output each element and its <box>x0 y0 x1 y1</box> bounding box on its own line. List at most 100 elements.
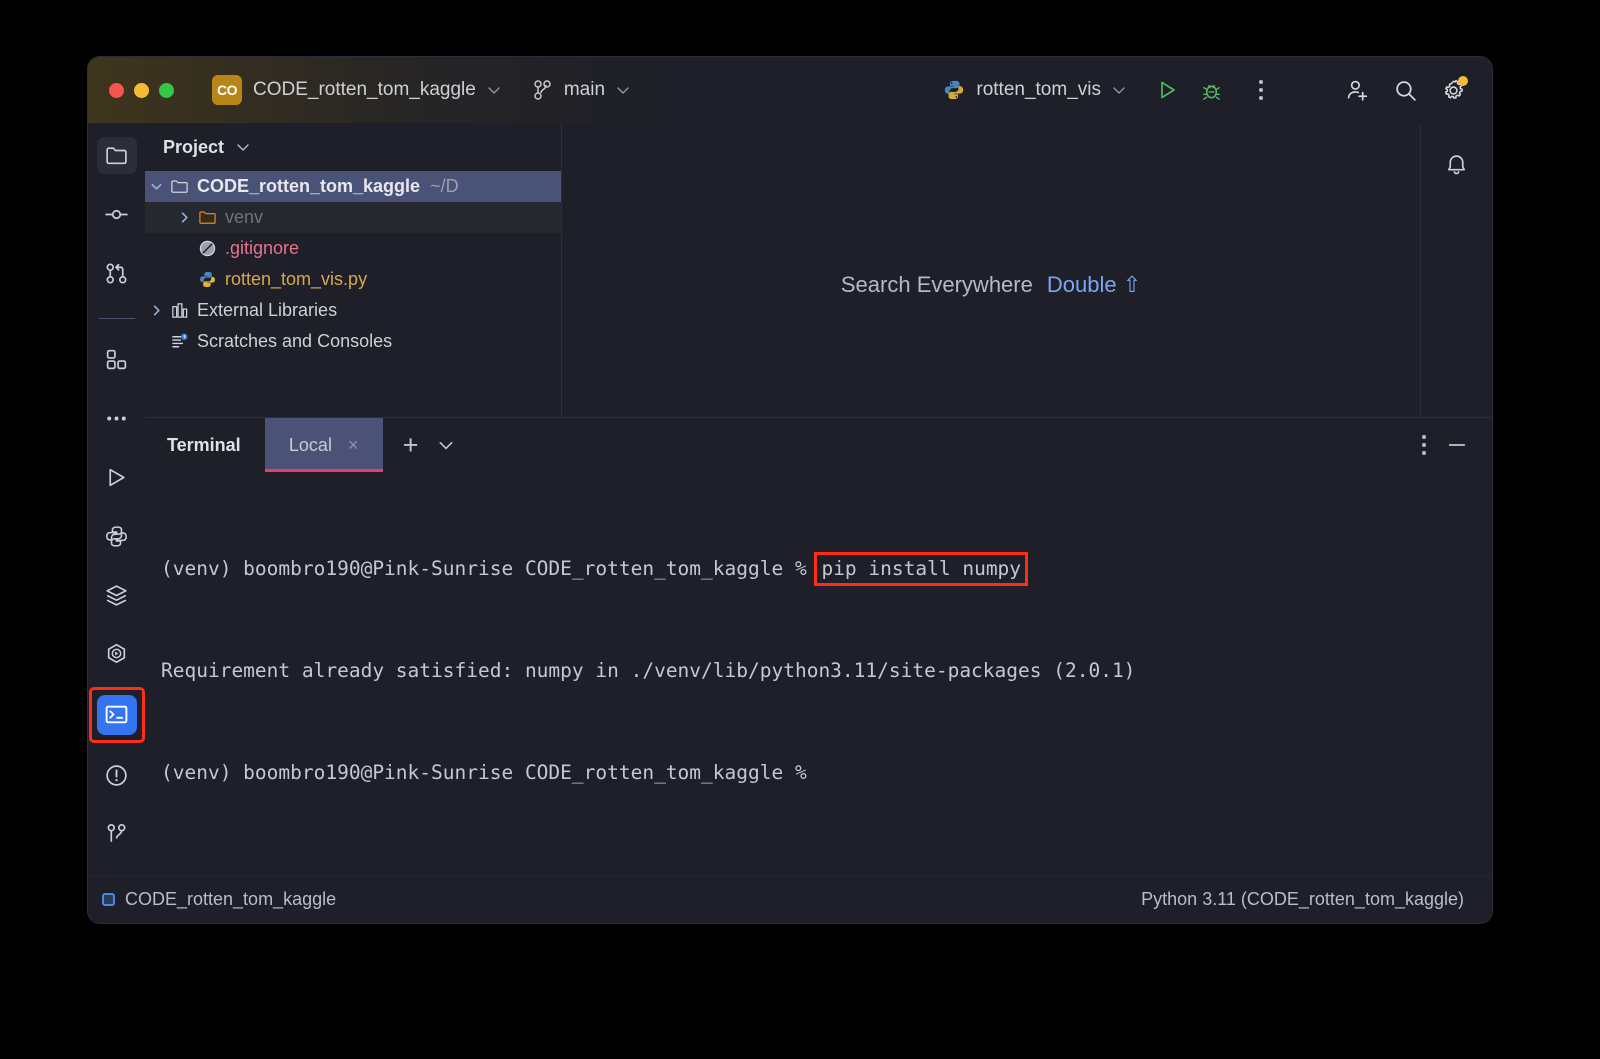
tree-item-label: rotten_tom_vis.py <box>225 269 367 290</box>
empty-editor: Search Everywhere Double ⇧ <box>562 123 1420 417</box>
project-name-label[interactable]: CODE_rotten_tom_kaggle <box>253 79 476 101</box>
tree-item-python-file[interactable]: · rotten_tom_vis.py <box>145 264 561 295</box>
sidebar-item-terminal[interactable] <box>97 695 137 735</box>
warning-circle-icon <box>104 763 129 788</box>
ide-body: Project <box>88 123 1492 875</box>
terminal-title: Terminal <box>167 435 241 456</box>
sidebar-item-problems[interactable] <box>97 757 137 794</box>
search-icon[interactable] <box>1388 73 1422 107</box>
folder-orange-icon <box>195 208 219 227</box>
terminal-more-options-icon[interactable] <box>1422 433 1426 457</box>
run-config-chevron-down-icon[interactable] <box>1112 83 1126 97</box>
center-column: Project <box>145 123 1492 875</box>
tree-item-label: CODE_rotten_tom_kaggle <box>197 176 420 197</box>
status-bar-left[interactable]: CODE_rotten_tom_kaggle <box>102 889 336 910</box>
terminal-line: (venv) boombro190@Pink-Sunrise CODE_rott… <box>153 756 1492 790</box>
terminal-tab-bar: Terminal Local × + <box>145 418 1492 472</box>
zoom-window-button[interactable] <box>159 83 174 98</box>
scratches-icon <box>167 332 191 351</box>
run-triangle-icon <box>104 465 129 490</box>
run-button[interactable] <box>1150 73 1184 107</box>
project-panel-title: Project <box>163 137 224 158</box>
ellipsis-icon <box>104 406 129 431</box>
project-scope-icon <box>102 893 115 906</box>
sidebar-item-python-packages[interactable] <box>97 518 137 555</box>
terminal-rail-wrapper <box>97 695 137 757</box>
tree-item-label: .gitignore <box>225 238 299 259</box>
tree-item-root[interactable]: CODE_rotten_tom_kaggle ~/D <box>145 171 561 202</box>
branch-label[interactable]: main <box>564 79 605 101</box>
pip-install-numpy-command[interactable]: pip install numpy <box>814 552 1028 586</box>
bell-icon <box>1444 153 1469 178</box>
folder-icon <box>167 177 191 196</box>
status-bar-right[interactable]: Python 3.11 (CODE_rotten_tom_kaggle) <box>1141 889 1464 910</box>
run-config-label[interactable]: rotten_tom_vis <box>976 79 1101 101</box>
left-tool-rail <box>88 123 145 875</box>
window-controls[interactable] <box>109 83 174 98</box>
sidebar-item-services[interactable] <box>97 636 137 673</box>
interpreter-label: Python 3.11 (CODE_rotten_tom_kaggle) <box>1141 889 1464 909</box>
search-everywhere-hint: Search Everywhere Double ⇧ <box>841 272 1141 298</box>
notifications-button[interactable] <box>1437 145 1477 185</box>
close-icon[interactable]: × <box>348 435 359 456</box>
folder-icon <box>104 143 129 168</box>
sidebar-item-pull-requests[interactable] <box>97 255 137 292</box>
sidebar-item-commit[interactable] <box>97 196 137 233</box>
tree-item-gitignore[interactable]: · .gitignore <box>145 233 561 264</box>
terminal-tab-bar-actions <box>1422 433 1468 457</box>
chevron-right-icon[interactable] <box>145 304 167 317</box>
layers-icon <box>104 583 129 608</box>
title-bar: CO CODE_rotten_tom_kaggle main <box>88 57 1492 123</box>
tree-item-scratches[interactable]: · Scratches and Consoles <box>145 326 561 357</box>
tree-item-label: Scratches and Consoles <box>197 331 392 352</box>
pull-request-icon <box>104 261 129 286</box>
rail-divider <box>99 318 135 319</box>
library-icon <box>167 301 191 320</box>
tree-item-path: ~/D <box>430 176 459 197</box>
plugins-icon <box>104 347 129 372</box>
python-icon <box>943 79 965 101</box>
terminal-tab-label: Local <box>289 435 332 456</box>
sidebar-item-database[interactable] <box>97 577 137 614</box>
search-everywhere-shortcut: Double ⇧ <box>1047 272 1141 298</box>
chevron-right-icon[interactable] <box>173 211 195 224</box>
search-everywhere-label: Search Everywhere <box>841 272 1033 298</box>
branch-chevron-down-icon[interactable] <box>616 83 630 97</box>
ide-window: CO CODE_rotten_tom_kaggle main <box>88 57 1492 923</box>
minimize-terminal-icon[interactable] <box>1446 434 1468 456</box>
chevron-down-icon[interactable] <box>145 180 167 193</box>
python-file-icon <box>195 270 219 289</box>
tree-item-venv[interactable]: venv <box>145 202 561 233</box>
sidebar-item-project[interactable] <box>97 137 137 174</box>
project-chevron-down-icon[interactable] <box>236 140 250 154</box>
terminal-icon <box>104 702 129 727</box>
settings-badge-dot <box>1458 76 1468 86</box>
tree-spacer: · <box>173 238 195 259</box>
settings-gear-icon[interactable] <box>1436 73 1470 107</box>
tree-spacer: · <box>145 331 167 352</box>
minimize-window-button[interactable] <box>134 83 149 98</box>
terminal-tabs-chevron-down-icon[interactable] <box>438 437 454 453</box>
tree-item-external-libraries[interactable]: External Libraries <box>145 295 561 326</box>
terminal-line: Requirement already satisfied: numpy in … <box>153 654 1492 688</box>
sidebar-item-more[interactable] <box>97 400 137 437</box>
project-tree: CODE_rotten_tom_kaggle ~/D venv <box>145 171 561 357</box>
status-project-label: CODE_rotten_tom_kaggle <box>125 889 336 910</box>
commit-icon <box>104 202 129 227</box>
sidebar-item-plugins[interactable] <box>97 341 137 378</box>
project-panel-header[interactable]: Project <box>145 123 561 171</box>
close-window-button[interactable] <box>109 83 124 98</box>
right-tool-rail <box>1420 123 1492 417</box>
debug-button[interactable] <box>1194 73 1228 107</box>
terminal-tab-local[interactable]: Local × <box>265 418 383 472</box>
sidebar-item-run[interactable] <box>97 459 137 496</box>
run-configuration-selector[interactable]: rotten_tom_vis <box>943 79 1126 101</box>
add-user-icon[interactable] <box>1340 73 1374 107</box>
chevron-down-icon[interactable] <box>487 83 501 97</box>
new-terminal-tab-button[interactable]: + <box>403 432 419 459</box>
tree-item-label: venv <box>225 207 263 228</box>
editor-area: Project <box>145 123 1492 417</box>
sidebar-item-version-control[interactable] <box>97 816 137 853</box>
more-options-icon[interactable] <box>1244 73 1278 107</box>
terminal-output[interactable]: (venv) boombro190@Pink-Sunrise CODE_rott… <box>145 472 1492 875</box>
